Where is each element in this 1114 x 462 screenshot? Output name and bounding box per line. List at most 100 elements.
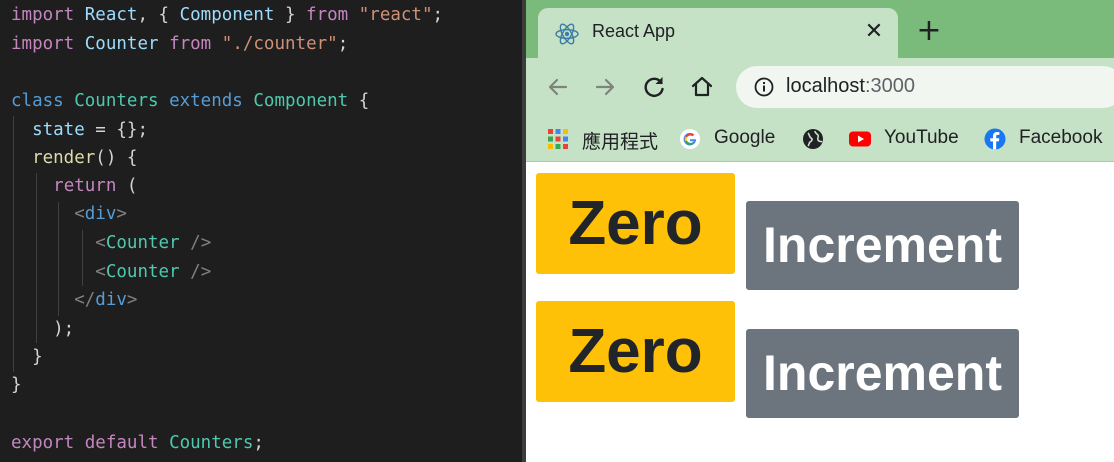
bookmarks-bar: 應用程式 Google YouTube Facebook [526, 116, 1114, 162]
arrow-left-icon[interactable] [543, 72, 573, 102]
browser-toolbar: localhost:3000 [526, 58, 1114, 116]
code-token: Counter [84, 34, 159, 54]
page-content: Zero Increment Zero Increment [526, 162, 1114, 462]
code-token: export [11, 433, 75, 453]
new-tab-button[interactable]: + [914, 16, 944, 46]
code-token: > [126, 290, 138, 310]
code-line-2: import Counter from "./counter"; [11, 30, 348, 58]
youtube-icon [849, 131, 871, 147]
code-token: state [32, 120, 85, 140]
code-token: div [84, 204, 117, 224]
code-token: React [84, 5, 138, 25]
code-editor[interactable]: import React, { Component } from "react"… [0, 0, 522, 462]
code-line-10: <Counter /> [11, 258, 211, 286]
bookmark-facebook[interactable]: Facebook [984, 123, 1109, 153]
close-tab-icon[interactable]: ✕ [862, 20, 886, 44]
code-token: class [11, 91, 64, 111]
bookmark-globe[interactable] [802, 123, 826, 153]
count-badge: Zero [536, 173, 735, 274]
bookmark-label: YouTube [884, 127, 959, 148]
code-line-14: } [11, 371, 22, 399]
reload-icon[interactable] [639, 72, 669, 102]
code-token: } [11, 347, 43, 367]
code-line-9: <Counter /> [11, 229, 211, 257]
code-token: ; [253, 433, 264, 453]
bookmark-google[interactable]: Google [679, 123, 781, 153]
increment-button[interactable]: Increment [746, 201, 1019, 290]
code-token: Counters [169, 433, 254, 453]
home-icon[interactable] [687, 72, 717, 102]
code-token: import [11, 34, 75, 54]
url-port: :3000 [864, 75, 915, 97]
code-token: Counter [105, 262, 180, 282]
info-icon[interactable] [754, 77, 774, 97]
address-bar[interactable]: localhost:3000 [736, 66, 1114, 108]
url-host: localhost [786, 75, 865, 97]
tab-react-app[interactable]: React App ✕ [538, 8, 898, 58]
code-line-12: ); [11, 315, 74, 343]
code-line-16: export default Counters; [11, 429, 264, 457]
apps-grid-icon [548, 129, 568, 149]
code-token: ( [116, 176, 138, 196]
code-line-5: state = {}; [11, 116, 148, 144]
code-token: Component [179, 5, 275, 25]
increment-button[interactable]: Increment [746, 329, 1019, 418]
browser-window: React App ✕ + localhost:3000 應用程式 Google… [526, 0, 1114, 462]
arrow-right-icon[interactable] [590, 72, 620, 102]
code-token: ); [11, 319, 75, 339]
code-token: "./counter" [221, 34, 338, 54]
code-token: from [169, 34, 212, 54]
code-token: () { [95, 148, 138, 168]
globe-icon [803, 129, 823, 149]
code-token: from [306, 5, 349, 25]
code-token: extends [169, 91, 243, 111]
code-token: Counters [74, 91, 159, 111]
code-line-13: } [11, 343, 43, 371]
bookmark-apps[interactable]: 應用程式 [547, 123, 662, 153]
code-token: < [95, 233, 106, 253]
code-token: ; [432, 5, 444, 25]
code-token: /> [190, 262, 212, 282]
code-token: "react" [358, 5, 433, 25]
code-line-7: return ( [11, 172, 137, 200]
bookmark-label: 應用程式 [582, 132, 659, 153]
tab-title: React App [592, 21, 676, 41]
bookmark-youtube[interactable]: YouTube [849, 123, 959, 153]
code-token: } [11, 375, 22, 395]
code-token: Counter [105, 233, 180, 253]
code-token: default [84, 433, 159, 453]
code-token: > [116, 204, 127, 224]
code-token: Component [253, 91, 349, 111]
code-line-1: import React, { Component } from "react"… [11, 1, 443, 29]
facebook-icon [984, 128, 1006, 150]
code-line-8: <div> [11, 200, 127, 228]
bookmark-label: Facebook [1019, 127, 1103, 148]
code-token: /> [190, 233, 212, 253]
code-token: return [53, 176, 117, 196]
code-token: , { [137, 5, 180, 25]
google-icon [680, 129, 700, 149]
code-token: < [95, 262, 106, 282]
code-line-6: render() { [11, 144, 137, 172]
code-token: </ [74, 290, 96, 310]
react-logo-icon [555, 23, 579, 45]
